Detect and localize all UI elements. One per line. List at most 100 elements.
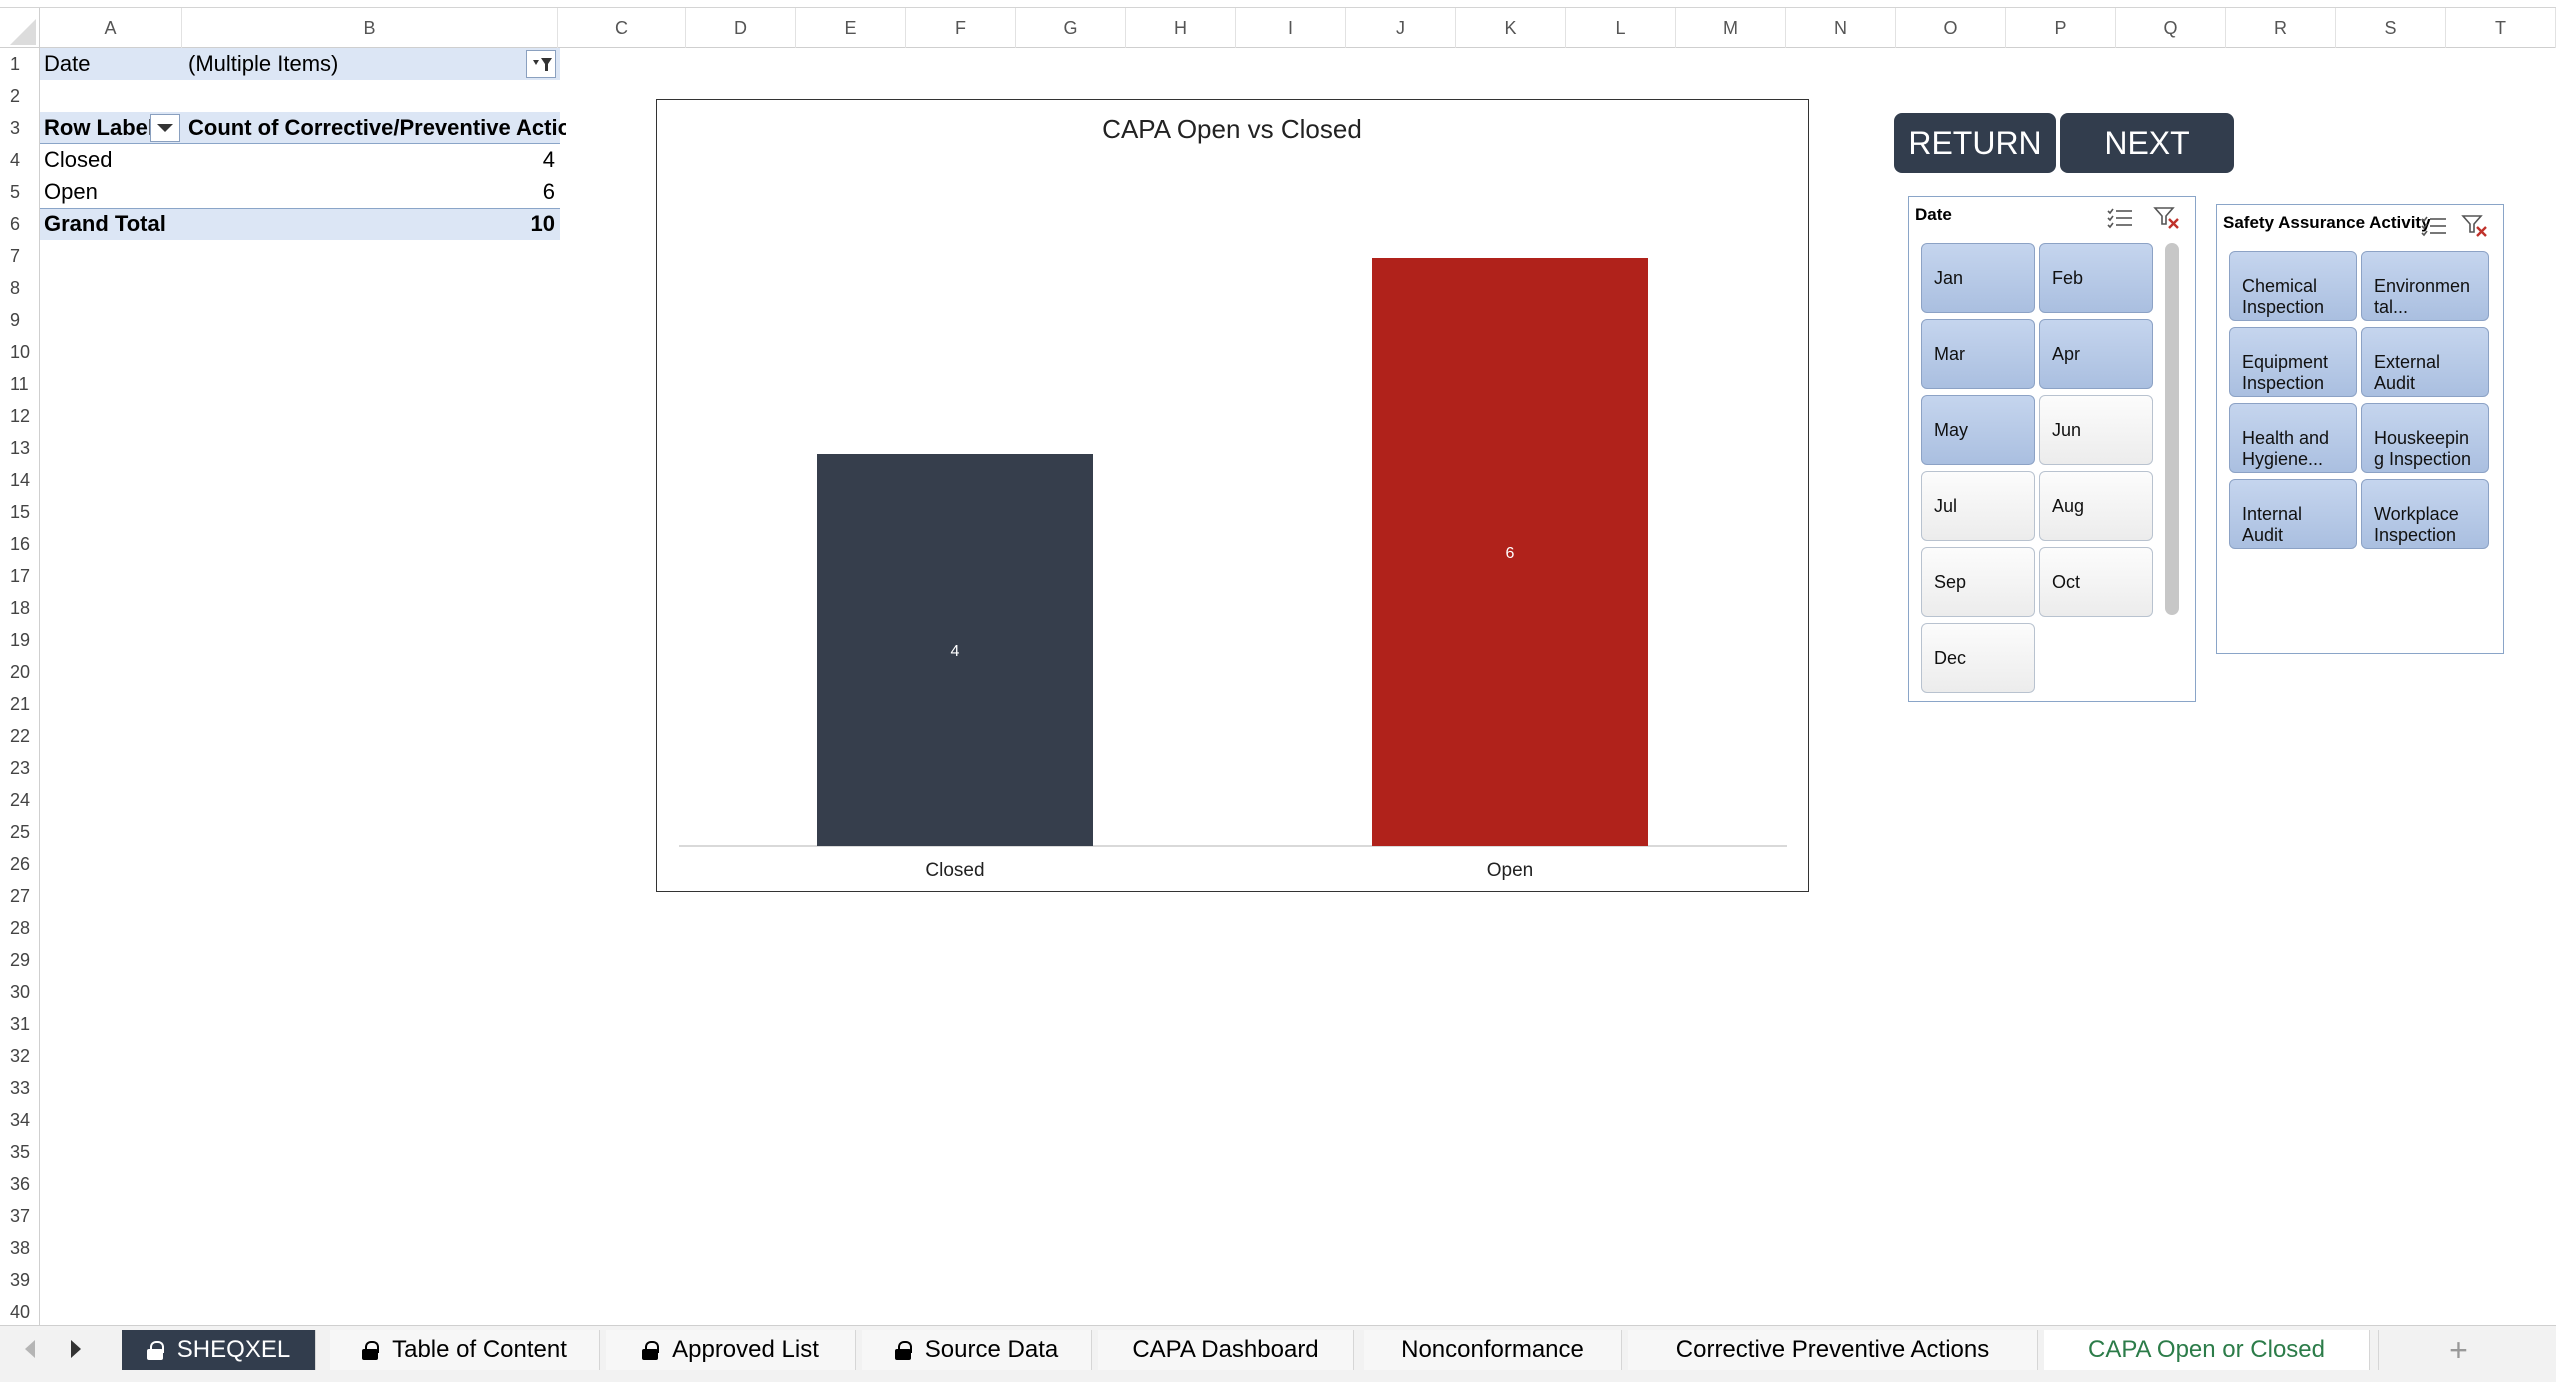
filter-dropdown-button[interactable] — [526, 50, 556, 78]
date-slicer-item[interactable]: Feb — [2039, 243, 2153, 313]
row-header[interactable]: 25 — [0, 816, 40, 848]
column-header[interactable]: S — [2336, 8, 2446, 48]
row-header[interactable]: 14 — [0, 464, 40, 496]
sheet-tab[interactable]: Nonconformance — [1364, 1330, 1622, 1370]
multi-select-icon[interactable] — [2105, 206, 2135, 230]
date-slicer[interactable]: Date Jan Feb Mar Apr May Jun Jul Aug Sep Oct Dec — [1908, 196, 2196, 702]
column-header[interactable]: A — [40, 8, 182, 48]
activity-slicer-item[interactable]: Internal Audit — [2229, 479, 2357, 549]
column-header[interactable]: G — [1016, 8, 1126, 48]
row-header[interactable]: 27 — [0, 880, 40, 912]
row-header[interactable]: 16 — [0, 528, 40, 560]
pivot-row-label[interactable]: Open — [44, 176, 184, 208]
activity-slicer-item[interactable]: Workplace Inspection — [2361, 479, 2489, 549]
row-header[interactable]: 9 — [0, 304, 40, 336]
column-header[interactable]: J — [1346, 8, 1456, 48]
column-header[interactable]: I — [1236, 8, 1346, 48]
row-header[interactable]: 17 — [0, 560, 40, 592]
sheet-tab[interactable]: CAPA Dashboard — [1098, 1330, 1354, 1370]
row-header[interactable]: 12 — [0, 400, 40, 432]
sheet-tab[interactable]: Source Data — [862, 1330, 1092, 1370]
row-header[interactable]: 32 — [0, 1040, 40, 1072]
grand-total-value[interactable]: 10 — [188, 208, 555, 240]
slicer-scrollbar[interactable] — [2165, 243, 2179, 615]
column-header[interactable]: K — [1456, 8, 1566, 48]
row-header[interactable]: 1 — [0, 48, 40, 80]
row-header[interactable]: 34 — [0, 1104, 40, 1136]
activity-slicer-item[interactable]: Chemical Inspection — [2229, 251, 2357, 321]
row-header[interactable]: 31 — [0, 1008, 40, 1040]
capa-chart[interactable]: CAPA Open vs Closed 4 Closed 6 Open — [656, 99, 1809, 892]
column-header[interactable]: B — [182, 8, 558, 48]
sheet-tab[interactable]: Approved List — [606, 1330, 856, 1370]
row-header[interactable]: 26 — [0, 848, 40, 880]
return-button[interactable]: RETURN — [1894, 113, 2056, 173]
next-button[interactable]: NEXT — [2060, 113, 2234, 173]
pivot-row-value[interactable]: 6 — [188, 176, 555, 208]
row-header[interactable]: 8 — [0, 272, 40, 304]
row-header[interactable]: 20 — [0, 656, 40, 688]
clear-filter-icon[interactable] — [2153, 205, 2183, 231]
multi-select-icon[interactable] — [2419, 214, 2449, 238]
date-slicer-item[interactable]: Jun — [2039, 395, 2153, 465]
row-header[interactable]: 18 — [0, 592, 40, 624]
row-header[interactable]: 13 — [0, 432, 40, 464]
date-slicer-item[interactable]: Jul — [1921, 471, 2035, 541]
row-header[interactable]: 15 — [0, 496, 40, 528]
row-header[interactable]: 22 — [0, 720, 40, 752]
column-header[interactable]: D — [686, 8, 796, 48]
scroll-tabs-left-button[interactable] — [20, 1336, 40, 1367]
row-header[interactable]: 36 — [0, 1168, 40, 1200]
date-slicer-item[interactable]: Apr — [2039, 319, 2153, 389]
activity-slicer-item[interactable]: Environmen tal... — [2361, 251, 2489, 321]
activity-slicer-item[interactable]: Equipment Inspection — [2229, 327, 2357, 397]
date-slicer-item[interactable]: May — [1921, 395, 2035, 465]
row-header[interactable]: 3 — [0, 112, 40, 144]
row-header[interactable]: 28 — [0, 912, 40, 944]
row-header[interactable]: 21 — [0, 688, 40, 720]
pivot-row-label[interactable]: Closed — [44, 144, 184, 176]
column-header[interactable]: C — [558, 8, 686, 48]
add-sheet-button[interactable]: + — [2378, 1330, 2538, 1370]
row-header[interactable]: 33 — [0, 1072, 40, 1104]
column-header[interactable]: M — [1676, 8, 1786, 48]
column-header[interactable]: Q — [2116, 8, 2226, 48]
column-header[interactable]: O — [1896, 8, 2006, 48]
date-slicer-item[interactable]: Jan — [1921, 243, 2035, 313]
activity-slicer-item[interactable]: Houskeepin g Inspection — [2361, 403, 2489, 473]
row-header[interactable]: 29 — [0, 944, 40, 976]
column-header[interactable]: R — [2226, 8, 2336, 48]
row-header[interactable]: 37 — [0, 1200, 40, 1232]
sheet-tab[interactable]: Table of Content — [330, 1330, 600, 1370]
row-header[interactable]: 4 — [0, 144, 40, 176]
date-slicer-item[interactable]: Aug — [2039, 471, 2153, 541]
activity-slicer[interactable]: Safety Assurance Activity Chemical Inspec… — [2216, 204, 2504, 654]
row-header[interactable]: 7 — [0, 240, 40, 272]
row-header[interactable]: 30 — [0, 976, 40, 1008]
row-header[interactable]: 23 — [0, 752, 40, 784]
pivot-row-value[interactable]: 4 — [188, 144, 555, 176]
date-slicer-item[interactable]: Oct — [2039, 547, 2153, 617]
row-header[interactable]: 40 — [0, 1296, 40, 1328]
grand-total-label[interactable]: Grand Total — [44, 208, 184, 240]
clear-filter-icon[interactable] — [2461, 213, 2491, 239]
activity-slicer-item[interactable]: Health and Hygiene... — [2229, 403, 2357, 473]
column-header[interactable]: F — [906, 8, 1016, 48]
row-header[interactable]: 5 — [0, 176, 40, 208]
column-header[interactable]: E — [796, 8, 906, 48]
row-header[interactable]: 35 — [0, 1136, 40, 1168]
row-labels-dropdown[interactable] — [150, 114, 180, 142]
sheet-tab[interactable]: SHEQXEL — [122, 1330, 316, 1370]
row-header[interactable]: 19 — [0, 624, 40, 656]
row-header[interactable]: 2 — [0, 80, 40, 112]
row-header[interactable]: 39 — [0, 1264, 40, 1296]
scroll-tabs-right-button[interactable] — [66, 1336, 86, 1367]
column-header[interactable]: P — [2006, 8, 2116, 48]
select-all-corner[interactable] — [0, 8, 40, 48]
activity-slicer-item[interactable]: External Audit — [2361, 327, 2489, 397]
column-header[interactable]: L — [1566, 8, 1676, 48]
sheet-tab[interactable]: CAPA Open or Closed — [2044, 1330, 2370, 1370]
sheet-tab[interactable]: Corrective Preventive Actions — [1628, 1330, 2038, 1370]
row-header[interactable]: 38 — [0, 1232, 40, 1264]
row-header[interactable]: 10 — [0, 336, 40, 368]
